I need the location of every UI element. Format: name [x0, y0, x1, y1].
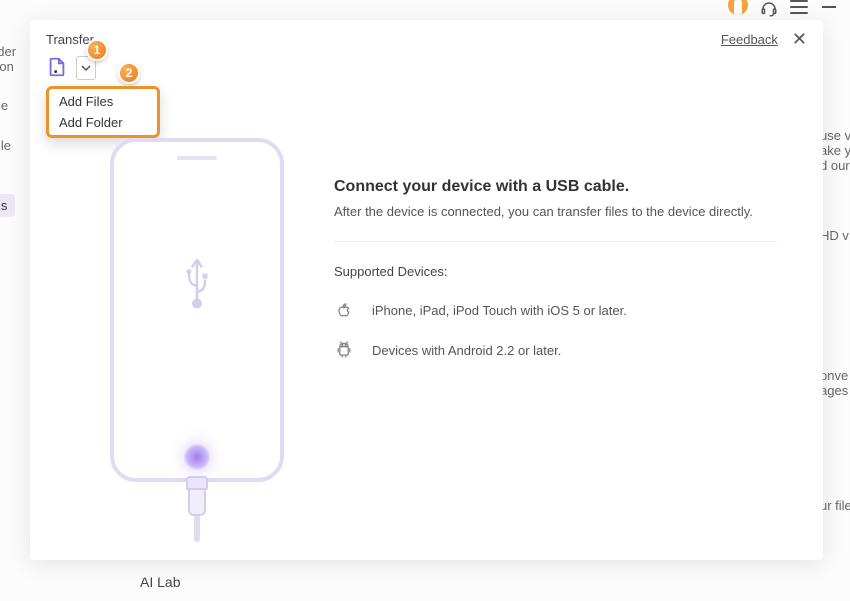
app-topbar — [728, 0, 850, 18]
usb-symbol-icon — [176, 252, 218, 315]
background-bottom-label[interactable]: AI Lab — [140, 574, 180, 590]
user-avatar-icon[interactable] — [728, 0, 748, 15]
phone-speaker-icon — [177, 156, 217, 160]
dropdown-item-add-folder[interactable]: Add Folder — [49, 112, 157, 133]
divider — [334, 241, 777, 242]
apple-device-text: iPhone, iPad, iPod Touch with iOS 5 or l… — [372, 303, 627, 318]
transfer-modal: Transfer Feedback ✕ 1 2 Add Files Add Fo… — [30, 20, 823, 560]
android-device-text: Devices with Android 2.2 or later. — [372, 343, 561, 358]
close-icon[interactable]: ✕ — [792, 30, 807, 48]
step-badge-1: 1 — [86, 39, 108, 61]
apple-icon — [334, 299, 354, 321]
supported-device-row-android: Devices with Android 2.2 or later. — [334, 339, 777, 361]
modal-main-area: Connect your device with a USB cable. Af… — [46, 138, 807, 482]
background-right-fragments: use v ake y d our HD v onve ages ur file — [820, 0, 850, 601]
hamburger-menu-icon[interactable] — [790, 0, 808, 14]
phone-illustration — [110, 138, 284, 482]
add-dropdown-menu: Add Files Add Folder — [46, 86, 160, 138]
usb-cable-icon — [185, 476, 209, 542]
content-column: Connect your device with a USB cable. Af… — [334, 138, 807, 482]
supported-device-row-apple: iPhone, iPad, iPod Touch with iOS 5 or l… — [334, 299, 777, 321]
modal-toolbar: 1 2 Add Files Add Folder — [46, 56, 807, 80]
feedback-link[interactable]: Feedback — [721, 32, 778, 47]
modal-header: Transfer Feedback ✕ — [46, 28, 807, 50]
supported-devices-label: Supported Devices: — [334, 264, 777, 279]
add-file-icon[interactable] — [46, 56, 70, 80]
support-headset-icon[interactable] — [760, 0, 778, 18]
dropdown-item-add-files[interactable]: Add Files — [49, 91, 157, 112]
phone-home-button-icon — [184, 444, 210, 470]
step-badge-2: 2 — [118, 62, 140, 84]
connect-subline: After the device is connected, you can t… — [334, 204, 777, 219]
background-left-fragments: nder Con me File ls — [0, 0, 30, 601]
connect-headline: Connect your device with a USB cable. — [334, 178, 777, 196]
minimize-icon[interactable] — [820, 0, 838, 14]
android-icon — [334, 339, 354, 361]
